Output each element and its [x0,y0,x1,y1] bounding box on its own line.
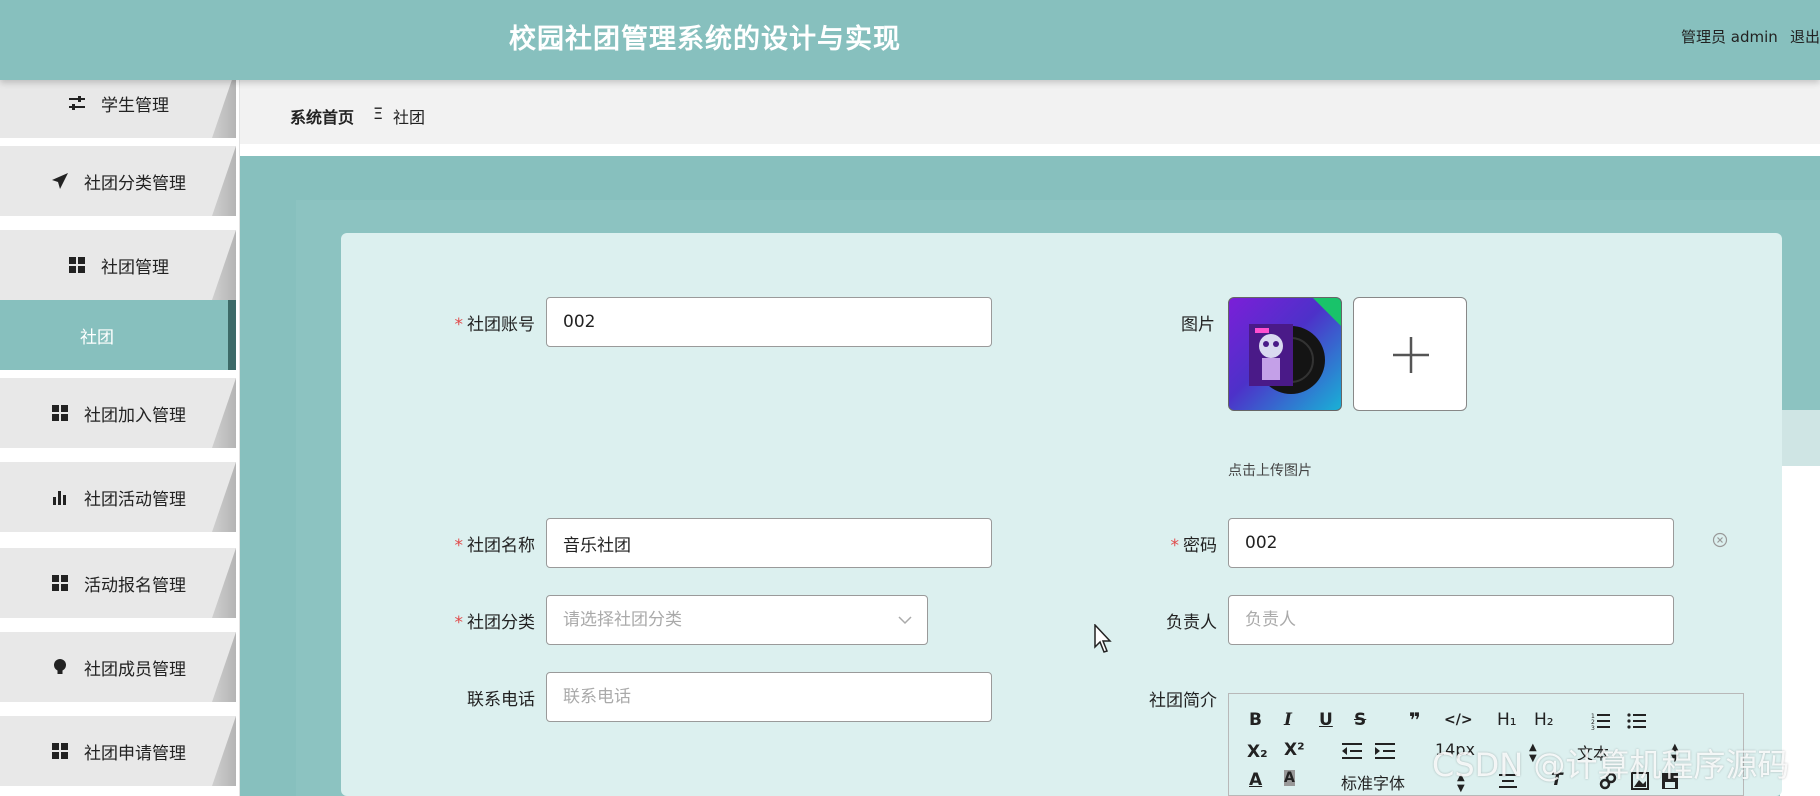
font-color-icon[interactable]: A [1249,770,1262,790]
sidebar-item-club-management[interactable]: 社团管理 [0,230,236,300]
current-user: 管理员 admin [1681,28,1778,46]
indent-icon[interactable] [1375,743,1395,759]
sidebar: 学生管理 社团分类管理 社团管理 社团 社团加入管理 社团活动管理 活动报名管理… [0,80,240,796]
breadcrumb: 系统首页 Ξ 社团 [240,80,1820,144]
phone-input[interactable] [546,672,992,722]
sidebar-item-member-management[interactable]: 社团成员管理 [0,632,236,702]
superscript-button[interactable]: X² [1284,740,1305,760]
menu-wedge [212,80,236,138]
breadcrumb-current: 社团 [393,108,426,127]
menu-wedge [212,230,236,300]
watermark: CSDN @计算机程序源码 [1432,746,1790,784]
strikethrough-button[interactable]: S [1354,710,1366,730]
password-label: * 密码 [1170,536,1218,556]
category-label: * 社团分类 [454,613,536,633]
sidebar-item-label: 社团分类管理 [84,173,186,194]
heading-1-button[interactable]: H₁ [1497,710,1517,730]
underline-button[interactable]: U [1319,710,1333,730]
account-input[interactable] [546,297,992,347]
blockquote-button[interactable]: ❞ [1409,708,1421,732]
upload-image-button[interactable] [1353,297,1467,411]
sidebar-item-signup-management[interactable]: 活动报名管理 [0,548,236,618]
code-block-button[interactable]: </> [1444,712,1473,728]
sidebar-item-club[interactable]: 社团 [0,300,236,370]
image-label: 图片 [1181,315,1215,335]
sidebar-item-label: 社团管理 [101,257,169,278]
upload-image-tip: 点击上传图片 [1228,463,1312,479]
club-image-thumbnail[interactable] [1228,297,1342,411]
bar-chart-icon [50,487,70,507]
breadcrumb-separator-icon: Ξ [373,104,384,123]
album-art-image [1249,298,1341,394]
sidebar-item-label: 社团 [80,327,114,348]
lightbulb-icon [50,657,70,677]
font-family-select[interactable]: 标准字体 [1341,770,1405,794]
account-label: * 社团账号 [454,315,536,335]
sidebar-item-category-management[interactable]: 社团分类管理 [0,146,236,216]
breadcrumb-home[interactable]: 系统首页 [290,104,354,128]
menu-wedge [212,378,236,448]
sidebar-item-student-management[interactable]: 学生管理 [0,80,236,138]
ordered-list-icon[interactable]: 1 2 3 [1591,712,1611,730]
app-title: 校园社团管理系统的设计与实现 [509,24,901,55]
name-input[interactable] [546,518,992,568]
bold-button[interactable]: B [1249,710,1262,730]
logout-link[interactable]: 退出 [1790,26,1820,47]
category-select[interactable] [546,595,928,645]
sidebar-item-join-management[interactable]: 社团加入管理 [0,378,236,448]
grid-icon [67,255,87,275]
chevron-down-icon [898,616,912,625]
sidebar-item-label: 社团活动管理 [84,489,186,510]
mouse-cursor-icon [1094,624,1112,653]
menu-wedge [212,716,236,786]
menu-wedge [212,548,236,618]
heading-2-button[interactable]: H₂ [1534,710,1554,730]
background-color-icon[interactable]: A [1284,770,1295,786]
phone-label: 联系电话 [467,690,535,710]
svg-text:3: 3 [1591,725,1595,730]
grid-icon [50,741,70,761]
menu-wedge [212,462,236,532]
grid-icon [50,403,70,423]
menu-wedge [212,146,236,216]
sidebar-item-label: 学生管理 [101,95,169,116]
grid-icon [50,573,70,593]
leader-label: 负责人 [1166,613,1217,633]
sidebar-item-label: 活动报名管理 [84,575,186,596]
subscript-button[interactable]: X₂ [1247,742,1268,762]
outdent-icon[interactable] [1342,743,1362,759]
sidebar-item-activity-management[interactable]: 社团活动管理 [0,462,236,532]
leader-input[interactable] [1228,595,1674,645]
menu-wedge [212,632,236,702]
sidebar-item-label: 社团申请管理 [84,743,186,764]
intro-label: 社团简介 [1149,691,1217,711]
clear-input-icon[interactable] [1712,532,1728,548]
paper-plane-icon [50,171,70,191]
italic-button[interactable]: I [1284,710,1292,730]
sliders-icon [67,93,87,113]
sidebar-item-application-management[interactable]: 社团申请管理 [0,716,236,786]
sidebar-item-label: 社团成员管理 [84,659,186,680]
password-input[interactable] [1228,518,1674,568]
sidebar-item-label: 社团加入管理 [84,405,186,426]
name-label: * 社团名称 [454,536,536,556]
bullet-list-icon[interactable] [1627,712,1647,730]
plus-icon [1393,337,1429,373]
top-header: 校园社团管理系统的设计与实现 管理员 admin 退出 [0,0,1820,80]
